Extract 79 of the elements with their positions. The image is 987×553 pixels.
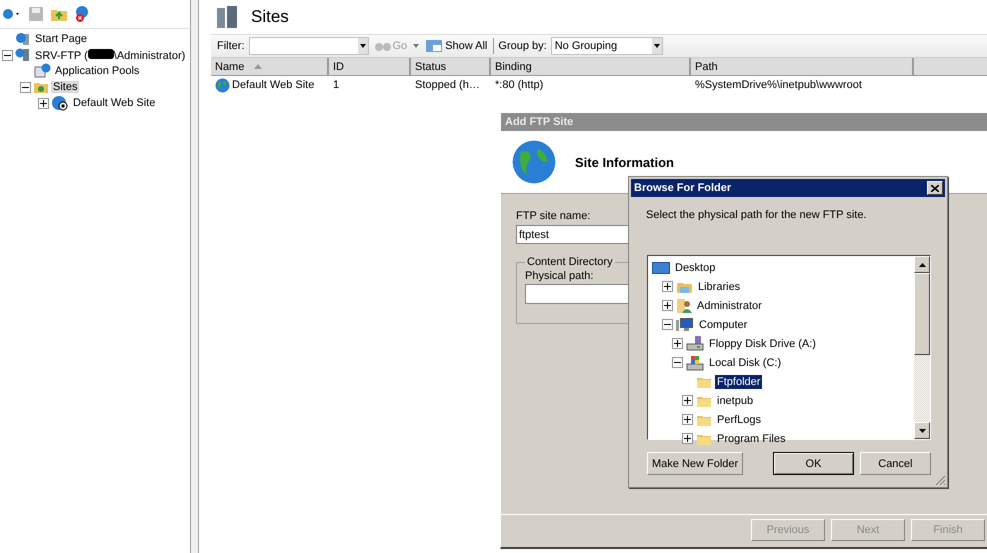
- folder-tree-item[interactable]: PerfLogs: [715, 412, 764, 426]
- dialog-button[interactable]: Make New Folder: [647, 452, 744, 475]
- user-folder-icon: [676, 298, 692, 314]
- folder-tree-item[interactable]: Floppy Disk Drive (A:): [707, 336, 818, 350]
- column-header[interactable]: Name: [211, 58, 329, 75]
- group-legend: Content Directory: [525, 256, 615, 268]
- folder-tree-item[interactable]: Local Disk (C:): [707, 356, 784, 370]
- expand-toggle[interactable]: [682, 395, 693, 406]
- save-icon: [28, 6, 44, 22]
- resize-grip-icon[interactable]: [934, 474, 946, 486]
- dropdown-arrow-icon: [360, 44, 366, 48]
- sites-folder-icon: [33, 80, 49, 94]
- expand-toggle[interactable]: [682, 414, 693, 425]
- folder-tree-item[interactable]: Ftpfolder: [715, 374, 762, 388]
- close-button[interactable]: [927, 181, 943, 195]
- local-disk-icon: [686, 354, 704, 370]
- stopped-site-icon: [51, 95, 69, 111]
- tree-item[interactable]: SRV-FTP ( \Administrator): [33, 48, 188, 62]
- group-by-dropdown[interactable]: No Grouping: [550, 37, 663, 55]
- page-title: Sites: [251, 7, 289, 27]
- floppy-drive-icon: [686, 336, 704, 351]
- tree-item[interactable]: Default Web Site: [71, 97, 158, 109]
- table-cell-text: %SystemDrive%\inetpub\wwwroot: [694, 79, 863, 91]
- expand-toggle[interactable]: [682, 433, 693, 444]
- show-all-button[interactable]: Show All: [423, 39, 490, 53]
- filter-label: Filter:: [217, 40, 244, 52]
- table-cell-text: Stopped (h…: [414, 79, 481, 91]
- folder-tree-item[interactable]: inetpub: [715, 394, 756, 408]
- dropdown-arrow-icon: [654, 44, 660, 48]
- collapse-toggle[interactable]: [672, 357, 683, 368]
- folder-tree-item[interactable]: Computer: [697, 318, 750, 332]
- show-all-icon: [425, 39, 444, 53]
- dialog-button[interactable]: OK: [773, 452, 854, 475]
- column-header[interactable]: Status: [411, 58, 491, 75]
- instruction-text: Select the physical path for the new FTP site.: [645, 208, 868, 223]
- sort-ascending-icon: [254, 64, 262, 69]
- computer-icon: [676, 317, 694, 332]
- folder-tree-item[interactable]: Program Files: [715, 432, 788, 446]
- expand-toggle[interactable]: [662, 281, 673, 292]
- scrollbar[interactable]: [914, 256, 930, 439]
- tree-item[interactable]: Application Pools: [53, 65, 142, 77]
- tree-item[interactable]: Start Page: [33, 33, 89, 45]
- collapse-toggle[interactable]: [2, 50, 13, 60]
- column-header[interactable]: Binding: [491, 58, 691, 75]
- application-pools-icon: [33, 63, 51, 79]
- site-globe-icon: [215, 78, 230, 92]
- globe-icon: [511, 139, 557, 185]
- expand-toggle[interactable]: [662, 300, 673, 311]
- binoculars-icon: [374, 40, 390, 52]
- physical-path-label: Physical path:: [525, 270, 594, 282]
- table-cell-text: *:80 (http): [494, 79, 544, 91]
- server-icon: [15, 48, 31, 62]
- filter-field[interactable]: [248, 37, 368, 55]
- redaction-mark: [88, 48, 114, 58]
- dialog-title: Browse For Folder: [634, 182, 732, 194]
- folder-tree-item[interactable]: Libraries: [696, 280, 742, 294]
- folder-tree-item[interactable]: Administrator: [695, 298, 764, 312]
- close-icon: [931, 184, 939, 192]
- site-name-label: FTP site name:: [516, 210, 590, 222]
- step-heading: Site Information: [575, 154, 674, 170]
- start-page-icon: [15, 32, 31, 46]
- expand-toggle[interactable]: [38, 98, 49, 108]
- scroll-down-icon: [918, 428, 926, 432]
- tree-item[interactable]: Sites: [51, 81, 80, 93]
- expand-toggle[interactable]: [672, 338, 683, 349]
- connect-icon: [2, 6, 22, 22]
- table-cell-text: 1: [332, 79, 340, 91]
- group-by-label: Group by:: [498, 40, 547, 52]
- scroll-up-icon: [918, 262, 926, 266]
- column-header[interactable]: ID: [329, 58, 411, 75]
- collapse-toggle[interactable]: [662, 319, 673, 330]
- column-header[interactable]: Path: [691, 58, 914, 75]
- collapse-toggle[interactable]: [20, 82, 31, 92]
- folder-tree-item[interactable]: Desktop: [673, 260, 718, 274]
- dropdown-arrow-icon: [413, 44, 420, 48]
- table-cell: Default Web Site: [211, 78, 329, 92]
- dialog-title: Add FTP Site: [501, 113, 987, 131]
- desktop-icon: [652, 260, 670, 274]
- dialog-button[interactable]: Cancel: [860, 452, 931, 475]
